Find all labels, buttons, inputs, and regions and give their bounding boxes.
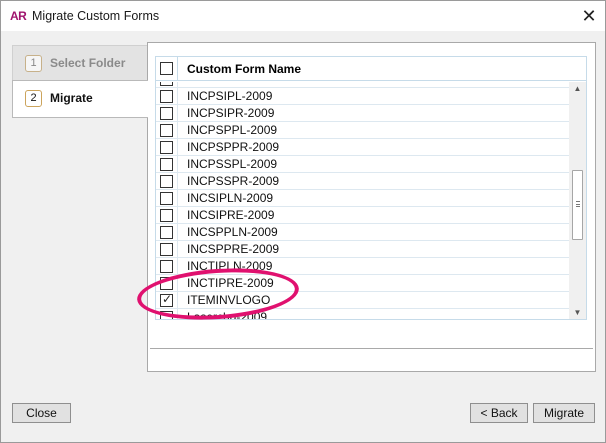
migrate-custom-forms-dialog: AR Migrate Custom Forms ✕ 1 Select Folde… [0, 0, 606, 443]
row-checkbox[interactable] [160, 292, 173, 307]
row-checkbox[interactable] [160, 192, 173, 205]
form-name-cell: INCPSIPL-2009 [187, 89, 273, 103]
grid-header: Custom Form Name [156, 57, 586, 81]
step-number: 2 [25, 90, 42, 107]
table-row[interactable]: INCSPPRE-2009 [156, 241, 569, 258]
app-logo-icon: AR [10, 9, 27, 23]
scroll-up-icon[interactable]: ▲ [569, 82, 586, 96]
scroll-down-icon[interactable]: ▼ [569, 306, 586, 319]
column-header-custom-form-name[interactable]: Custom Form Name [187, 62, 301, 76]
grip-icon [576, 201, 580, 207]
table-row[interactable]: INCPSIPL-2009 [156, 88, 569, 105]
table-row[interactable]: INCPSPPL-2009 [156, 122, 569, 139]
form-name-cell: INCSPPLN-2009 [187, 225, 278, 239]
table-row[interactable]: INCPSPPR-2009 [156, 139, 569, 156]
back-button[interactable]: < Back [470, 403, 528, 423]
form-name-cell: INCPSSPL-2009 [187, 157, 278, 171]
step-label: Migrate [50, 91, 93, 105]
form-name-cell: INCTIPRE-2009 [187, 276, 274, 290]
row-checkbox[interactable] [160, 90, 173, 103]
step-number: 1 [25, 55, 42, 72]
step-select-folder[interactable]: 1 Select Folder [12, 45, 148, 82]
form-name-cell: INCSPPRE-2009 [187, 242, 280, 256]
title-bar: AR Migrate Custom Forms ✕ [1, 1, 605, 31]
close-icon[interactable]: ✕ [577, 4, 601, 28]
row-checkbox[interactable] [160, 277, 173, 290]
table-row[interactable]: INCPSIPR-2009 [156, 105, 569, 122]
table-row[interactable]: INCTIPLN-2009 [156, 258, 569, 275]
row-checkbox[interactable] [160, 209, 173, 222]
scroll-thumb[interactable] [572, 170, 583, 240]
row-checkbox[interactable] [160, 141, 173, 154]
select-all-checkbox[interactable] [160, 62, 173, 75]
migrate-button[interactable]: Migrate [533, 403, 595, 423]
table-row[interactable]: INCSPPLN-2009 [156, 224, 569, 241]
window-title: Migrate Custom Forms [32, 9, 160, 23]
row-checkbox[interactable] [160, 158, 173, 171]
row-checkbox[interactable] [160, 311, 173, 319]
row-checkbox[interactable] [160, 124, 173, 137]
form-name-cell: ITEMINVLOGO [187, 293, 271, 307]
table-row[interactable]: INCPSSPL-2009 [156, 156, 569, 173]
form-name-cell: INCSIPLN-2009 [187, 191, 274, 205]
form-name-cell: INCPSPPR-2009 [187, 140, 280, 154]
divider [150, 348, 593, 349]
form-name-cell: Laserchq-2009 [187, 310, 268, 320]
form-name-cell: INCPSSPR-2009 [187, 174, 280, 188]
row-checkbox[interactable] [160, 175, 173, 188]
vertical-scrollbar[interactable]: ▲ ▼ [569, 82, 586, 319]
table-row[interactable]: INCPSSPR-2009 [156, 173, 569, 190]
table-row[interactable]: INCSIPLN-2009 [156, 190, 569, 207]
form-name-cell: INCPSIPR-2009 [187, 106, 275, 120]
row-checkbox[interactable] [160, 243, 173, 256]
step-migrate[interactable]: 2 Migrate [12, 80, 148, 118]
row-checkbox[interactable] [160, 260, 173, 273]
form-name-cell: INCSIPRE-2009 [187, 208, 275, 222]
close-button[interactable]: Close [12, 403, 71, 423]
form-name-cell: INCTIPLN-2009 [187, 259, 273, 273]
migrate-panel: Custom Form Name INCPSIPL-2009 INCPSIPR-2… [147, 42, 596, 372]
table-row[interactable]: ITEMINVLOGO [156, 292, 569, 309]
table-row[interactable]: INCTIPRE-2009 [156, 275, 569, 292]
form-name-cell: INCPSPPL-2009 [187, 123, 278, 137]
row-checkbox[interactable] [160, 82, 173, 86]
table-row[interactable]: Laserchq-2009 [156, 309, 569, 320]
step-label: Select Folder [50, 56, 126, 70]
row-checkbox[interactable] [160, 107, 173, 120]
table-row[interactable]: INCSIPRE-2009 [156, 207, 569, 224]
header-check-cell [156, 57, 178, 81]
row-checkbox[interactable] [160, 226, 173, 239]
grid-rows: INCPSIPL-2009 INCPSIPR-2009 INCPSPPL-2009 I… [156, 82, 569, 320]
custom-forms-grid: Custom Form Name INCPSIPL-2009 INCPSIPR-2… [155, 56, 587, 320]
